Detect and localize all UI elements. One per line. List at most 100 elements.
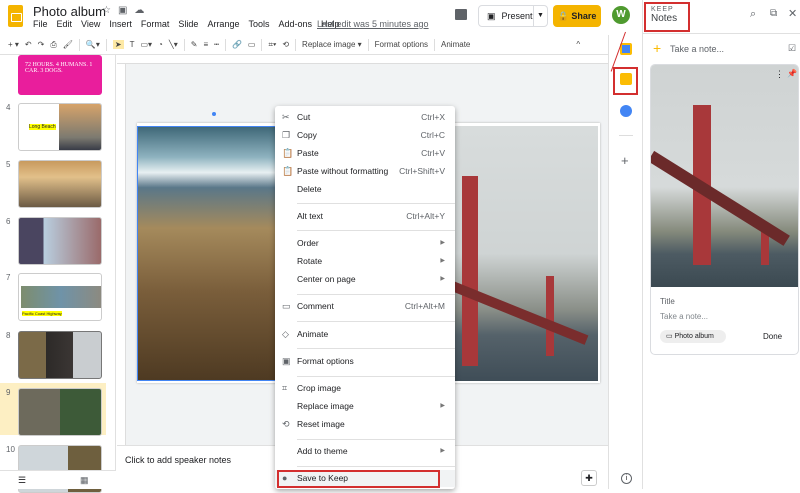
replace-image-button[interactable]: Replace image ▾: [302, 40, 362, 49]
slide-thumb-5[interactable]: [18, 160, 102, 208]
border-weight-icon[interactable]: ≡: [203, 40, 208, 49]
slides-logo[interactable]: [8, 5, 23, 27]
menu-file[interactable]: File: [33, 19, 48, 29]
menu-label: Format options: [297, 356, 354, 366]
menu-item-format-options[interactable]: ▣ Format options: [275, 353, 455, 370]
info-icon[interactable]: i: [621, 473, 632, 484]
menu-label: Crop image: [297, 383, 341, 393]
share-label: Share: [571, 11, 597, 21]
collapse-icon[interactable]: ^: [576, 40, 580, 49]
explore-icon[interactable]: ✚: [581, 470, 597, 486]
redo-icon[interactable]: ↷: [38, 40, 45, 49]
take-note-input[interactable]: Take a note...: [670, 44, 724, 54]
menu-item-delete[interactable]: Delete: [275, 181, 455, 198]
menu-slide[interactable]: Slide: [178, 19, 198, 29]
star-icon[interactable]: ☆: [102, 5, 118, 16]
note-title-input[interactable]: Title: [660, 297, 675, 306]
menu-item-animate[interactable]: ◇ Animate: [275, 326, 455, 343]
menu-item-center-on-page[interactable]: Center on page ▶: [275, 271, 455, 288]
done-button[interactable]: Done: [763, 332, 782, 341]
comment-history-icon[interactable]: [455, 9, 467, 20]
menu-item-replace-image[interactable]: Replace image ▶: [275, 398, 455, 415]
note-card[interactable]: ⋮ 📌 Title Take a note... ▭ Photo album D…: [650, 64, 799, 355]
menu-addons[interactable]: Add-ons: [278, 19, 312, 29]
source-chip[interactable]: ▭ Photo album: [660, 330, 726, 343]
keep-brand: KEEP: [651, 6, 674, 13]
vertical-ruler: [117, 64, 126, 445]
slide-thumb-6[interactable]: [18, 217, 102, 265]
menu-item-paste[interactable]: 📋 Paste Ctrl+V: [275, 145, 455, 162]
slide-thumb-7[interactable]: Pacific Coast Highway: [18, 273, 102, 321]
add-addon-icon[interactable]: +: [621, 153, 629, 168]
menu-label: Animate: [297, 329, 329, 339]
undo-icon[interactable]: ↶: [25, 40, 32, 49]
present-button[interactable]: ▣ Present ▼: [478, 5, 548, 27]
menu-item-copy[interactable]: ❐ Copy Ctrl+C: [275, 127, 455, 144]
menu-item-order[interactable]: Order ▶: [275, 235, 455, 252]
menu-item-alt-text[interactable]: Alt text Ctrl+Alt+Y: [275, 208, 455, 225]
animate-button[interactable]: Animate: [441, 40, 470, 49]
move-folder-icon[interactable]: ▣: [118, 5, 134, 16]
menu-item-paste-without-formatting[interactable]: 📋 Paste without formatting Ctrl+Shift+V: [275, 163, 455, 180]
open-new-tab-icon[interactable]: ⧉: [770, 8, 777, 19]
last-edit-link[interactable]: Last edit was 5 minutes ago: [317, 19, 429, 29]
border-dash-icon[interactable]: ┅: [214, 40, 219, 49]
avatar[interactable]: W: [612, 6, 630, 24]
select-icon[interactable]: ➤: [112, 40, 124, 49]
list-view-icon[interactable]: ☰: [18, 475, 26, 486]
shape-icon[interactable]: ◔: [158, 40, 163, 49]
menu-edit[interactable]: Edit: [57, 19, 73, 29]
image-icon[interactable]: ▭▾: [140, 40, 152, 49]
present-dropdown[interactable]: ▼: [533, 6, 547, 26]
pin-icon[interactable]: 📌: [787, 69, 797, 78]
close-icon[interactable]: ✕: [788, 7, 797, 20]
rotate-handle[interactable]: [212, 112, 216, 116]
link-icon[interactable]: 🔗: [232, 40, 242, 49]
menu-item-reset-image[interactable]: ⟲ Reset image: [275, 416, 455, 433]
reset-image-icon[interactable]: ⟲: [282, 40, 289, 49]
add-note-icon[interactable]: +: [653, 40, 661, 56]
menu-item-rotate[interactable]: Rotate ▶: [275, 253, 455, 270]
rocks-image[interactable]: [137, 126, 297, 381]
slide-thumb-9[interactable]: [18, 388, 102, 436]
menu-item-crop-image[interactable]: ⌗ Crop image: [275, 380, 455, 397]
more-options-icon[interactable]: ⋮: [775, 69, 784, 80]
zoom-icon[interactable]: 🔍▾: [86, 40, 100, 49]
textbox-icon[interactable]: T: [130, 40, 135, 49]
new-list-icon[interactable]: ☑: [788, 43, 796, 54]
menu-item-cut[interactable]: ✂ Cut Ctrl+X: [275, 109, 455, 126]
grid-view-icon[interactable]: ▦: [80, 475, 89, 486]
menu-tools[interactable]: Tools: [248, 19, 269, 29]
menu-format[interactable]: Format: [141, 19, 170, 29]
print-icon[interactable]: ⎙: [50, 40, 56, 50]
menu-view[interactable]: View: [81, 19, 100, 29]
slide-thumb-8[interactable]: [18, 331, 102, 379]
border-color-icon[interactable]: ✎: [191, 40, 198, 49]
slide-number: 5: [6, 160, 11, 169]
menu-shortcut: Ctrl+V: [421, 148, 445, 158]
share-button[interactable]: 🔒 Share: [553, 5, 601, 27]
search-icon[interactable]: ⌕: [750, 8, 756, 21]
title-icons[interactable]: ☆▣☁: [102, 5, 151, 16]
menu-arrange[interactable]: Arrange: [207, 19, 239, 29]
bridge-image[interactable]: [438, 126, 598, 381]
new-slide-icon[interactable]: + ▾: [8, 40, 19, 49]
document-title[interactable]: Photo album: [33, 4, 106, 19]
menu-insert[interactable]: Insert: [109, 19, 132, 29]
filmstrip[interactable]: 72 HOURS. 4 HUMANS. 1 CAR. 3 DOGS. 4 Lon…: [0, 55, 116, 493]
comment-icon[interactable]: ▭: [248, 40, 256, 49]
menu-item-comment[interactable]: ▭ Comment Ctrl+Alt+M: [275, 298, 455, 315]
format-options-button[interactable]: Format options: [375, 40, 428, 49]
slide-thumb-4[interactable]: Long Beach: [18, 103, 102, 151]
crop-icon[interactable]: ⌗▾: [268, 40, 276, 50]
note-body-input[interactable]: Take a note...: [660, 312, 708, 321]
copy-icon: ❐: [282, 130, 291, 140]
speaker-notes-placeholder[interactable]: Click to add speaker notes: [125, 455, 231, 465]
slide-thumb-3[interactable]: 72 HOURS. 4 HUMANS. 1 CAR. 3 DOGS.: [18, 55, 102, 95]
line-icon[interactable]: ╲▾: [169, 40, 178, 49]
paint-format-icon[interactable]: 🖌: [63, 40, 73, 49]
menu-item-add-to-theme[interactable]: Add to theme ▶: [275, 443, 455, 460]
calendar-icon[interactable]: [620, 43, 632, 55]
submenu-arrow-icon: ▶: [440, 276, 445, 282]
tasks-icon[interactable]: [620, 105, 632, 117]
